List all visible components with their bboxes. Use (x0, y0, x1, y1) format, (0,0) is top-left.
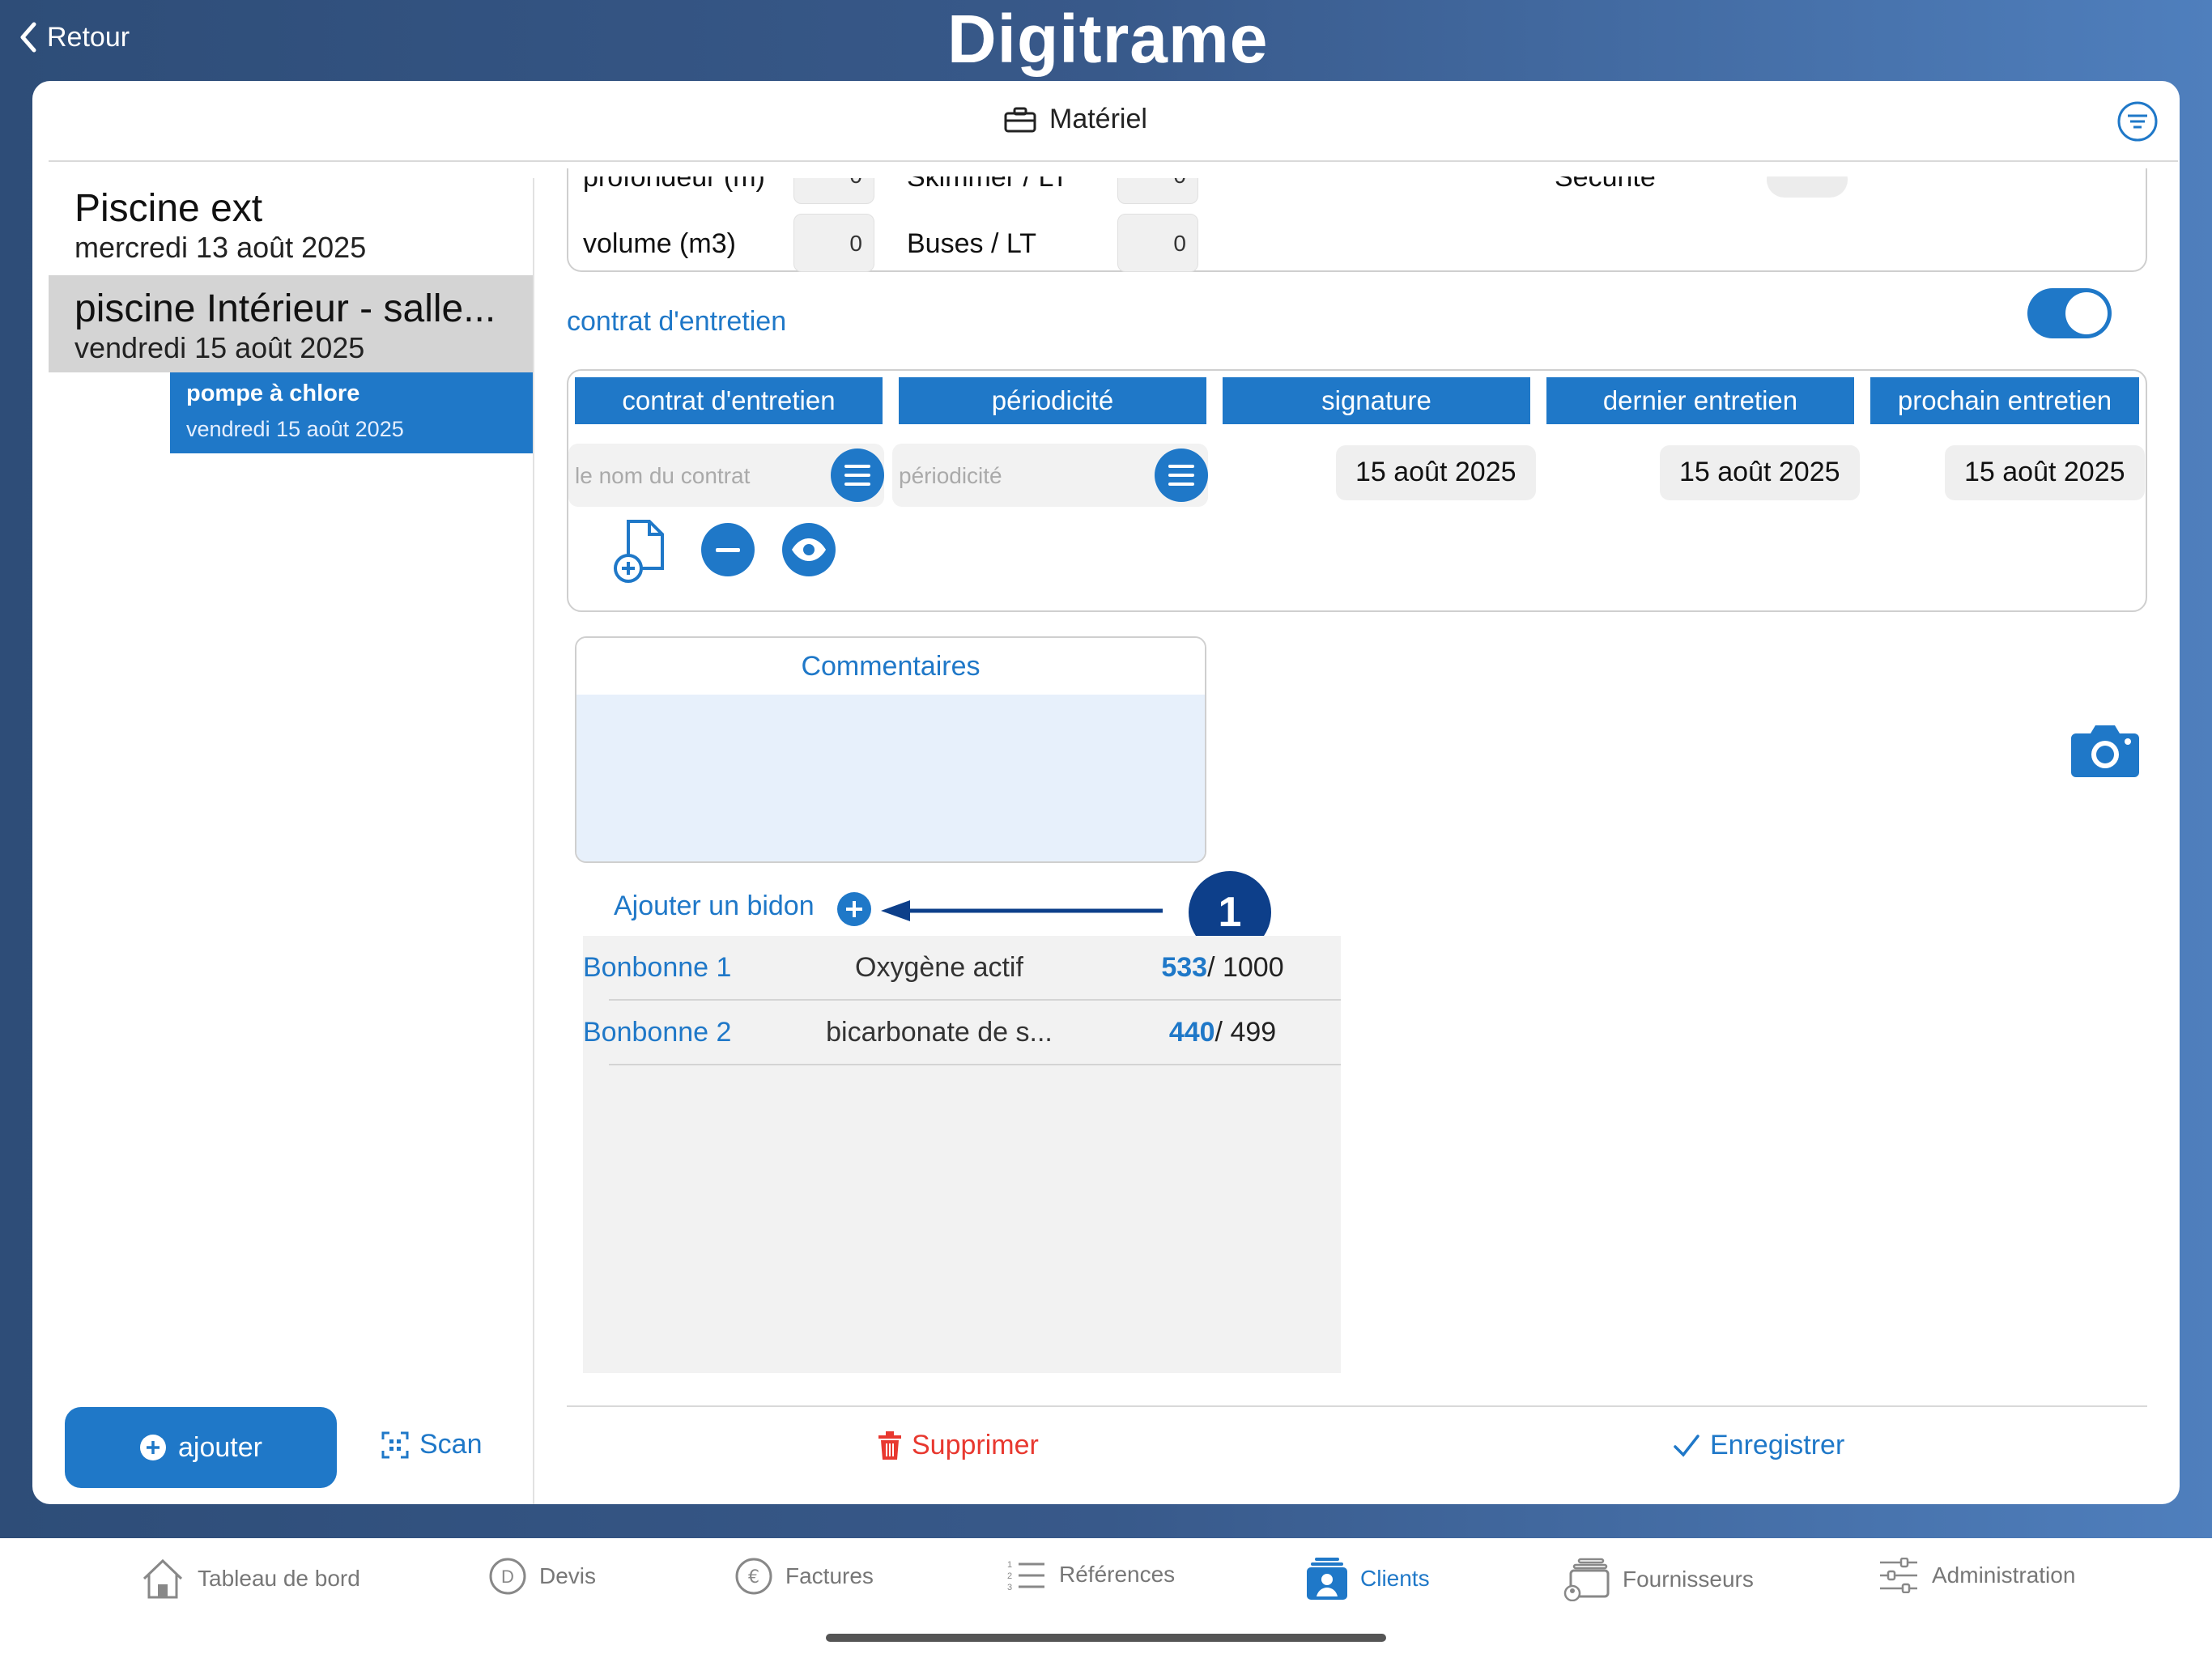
brand-logo: Digitrame (947, 1, 1269, 77)
table-row[interactable]: Bonbonne 1 Oxygène actif 533/ 1000 (583, 936, 1341, 1001)
comments-textarea[interactable] (576, 695, 1205, 861)
column-header: signature (1223, 377, 1530, 424)
tank-name: Bonbonne 2 (583, 1017, 732, 1048)
field-label: Buses / LT (907, 228, 1036, 259)
tab-label: Fournisseurs (1623, 1567, 1754, 1592)
site-date: mercredi 13 août 2025 (74, 231, 367, 264)
scan-button[interactable]: Scan (381, 1429, 483, 1460)
site-name: Piscine ext (74, 187, 263, 230)
page-title-text: Matériel (1049, 104, 1147, 134)
tank-capacity: / 1000 (1207, 952, 1284, 983)
delete-label: Supprimer (912, 1430, 1039, 1460)
tab-invoices[interactable]: € Factures (735, 1558, 874, 1595)
home-indicator (826, 1634, 1386, 1642)
volume-input[interactable]: 0 (793, 214, 874, 272)
eye-icon[interactable] (782, 523, 836, 576)
tank-name: Bonbonne 1 (583, 952, 732, 983)
tab-references[interactable]: 12 3 Références (1007, 1558, 1175, 1592)
page-title: Matériel (1004, 104, 1147, 135)
site-item[interactable]: Piscine ext mercredi 13 août 2025 (49, 186, 533, 265)
remove-icon[interactable] (701, 523, 755, 576)
svg-text:3: 3 (1007, 1583, 1012, 1592)
actions-divider (567, 1405, 2147, 1407)
signature-date[interactable]: 15 août 2025 (1336, 445, 1536, 500)
add-document-icon[interactable] (610, 518, 675, 583)
add-button[interactable]: ajouter (65, 1407, 337, 1488)
row-divider (609, 1064, 1341, 1065)
comments-title: Commentaires (576, 638, 1205, 695)
svg-text:D: D (501, 1567, 514, 1587)
nozzles-input[interactable]: 0 (1117, 214, 1198, 272)
client-icon (1307, 1558, 1347, 1600)
tab-label: Devis (539, 1563, 597, 1588)
sidebar-divider (533, 178, 534, 1504)
table-row[interactable]: Bonbonne 2 bicarbonate de s... 440/ 499 (583, 1001, 1341, 1065)
scan-label: Scan (419, 1429, 483, 1460)
plus-circle-icon[interactable] (837, 892, 871, 926)
back-button[interactable]: Retour (18, 21, 130, 53)
next-maintenance-date[interactable]: 15 août 2025 (1945, 445, 2145, 500)
tank-capacity: / 499 (1214, 1017, 1277, 1048)
euro-icon: € (735, 1558, 772, 1595)
add-button-label: ajouter (178, 1431, 262, 1463)
tank-level: 440/ 499 (1134, 1017, 1312, 1048)
tab-label: Administration (1932, 1562, 2076, 1588)
tab-suppliers[interactable]: Fournisseurs (1563, 1558, 1754, 1601)
home-icon (143, 1558, 183, 1599)
checkmark-icon (1674, 1434, 1699, 1457)
equipment-name: pompe à chlore (186, 380, 360, 406)
tab-label: Factures (785, 1563, 874, 1588)
tank-current: 440 (1168, 1017, 1215, 1048)
tab-dashboard[interactable]: Tableau de bord (141, 1558, 360, 1600)
column-header: prochain entretien (1870, 377, 2139, 424)
tab-label: Tableau de bord (198, 1566, 360, 1591)
last-maintenance-date[interactable]: 15 août 2025 (1660, 445, 1860, 500)
delete-button[interactable]: Supprimer (878, 1430, 1039, 1461)
back-label: Retour (47, 21, 130, 53)
list-icon: 12 3 (1007, 1560, 1044, 1592)
sliders-icon (1880, 1558, 1917, 1593)
tank-level: 533/ 1000 (1134, 952, 1312, 984)
chevron-left-icon (20, 22, 36, 53)
tank-product: bicarbonate de s... (826, 1017, 1053, 1048)
site-date: vendredi 15 août 2025 (74, 331, 365, 364)
save-label: Enregistrer (1710, 1430, 1845, 1460)
tab-administration[interactable]: Administration (1878, 1558, 2075, 1593)
svg-text:2: 2 (1007, 1571, 1012, 1581)
column-header: périodicité (899, 377, 1206, 424)
site-item-selected[interactable]: piscine Intérieur - salle... vendredi 15… (49, 275, 533, 372)
plus-circle-icon (140, 1435, 167, 1460)
tab-label: Références (1059, 1562, 1176, 1587)
site-name: piscine Intérieur - salle... (74, 287, 496, 330)
tank-current: 533 (1161, 952, 1208, 983)
equipment-item[interactable]: pompe à chlore vendredi 15 août 2025 (170, 372, 533, 453)
svg-text:1: 1 (1007, 1560, 1012, 1570)
camera-icon[interactable] (2069, 721, 2141, 779)
header-divider (49, 160, 2178, 162)
add-tank-link[interactable]: Ajouter un bidon (614, 891, 815, 922)
qr-scan-icon (381, 1431, 409, 1458)
save-button[interactable]: Enregistrer (1673, 1430, 1844, 1461)
equipment-date: vendredi 15 août 2025 (186, 417, 404, 441)
svg-text:€: € (748, 1567, 759, 1588)
devis-icon: D (489, 1558, 526, 1595)
tank-product: Oxygène actif (855, 952, 1023, 983)
trash-icon (878, 1431, 901, 1460)
suppliers-icon (1563, 1558, 1610, 1601)
briefcase-icon (1004, 107, 1036, 132)
tab-clients[interactable]: Clients (1307, 1558, 1430, 1600)
column-header: contrat d'entretien (575, 377, 883, 424)
filter-list-icon[interactable] (2116, 100, 2159, 142)
comments-box: Commentaires (575, 636, 1206, 863)
contract-toggle[interactable] (2027, 288, 2112, 338)
tab-label: Clients (1360, 1566, 1430, 1591)
contract-section-label: contrat d'entretien (567, 306, 787, 337)
column-header: dernier entretien (1546, 377, 1854, 424)
arrow-left-icon (881, 900, 1163, 921)
menu-icon[interactable] (831, 449, 884, 502)
menu-icon[interactable] (1155, 449, 1208, 502)
tab-quotes[interactable]: D Devis (489, 1558, 596, 1595)
field-label: volume (m3) (583, 228, 736, 259)
